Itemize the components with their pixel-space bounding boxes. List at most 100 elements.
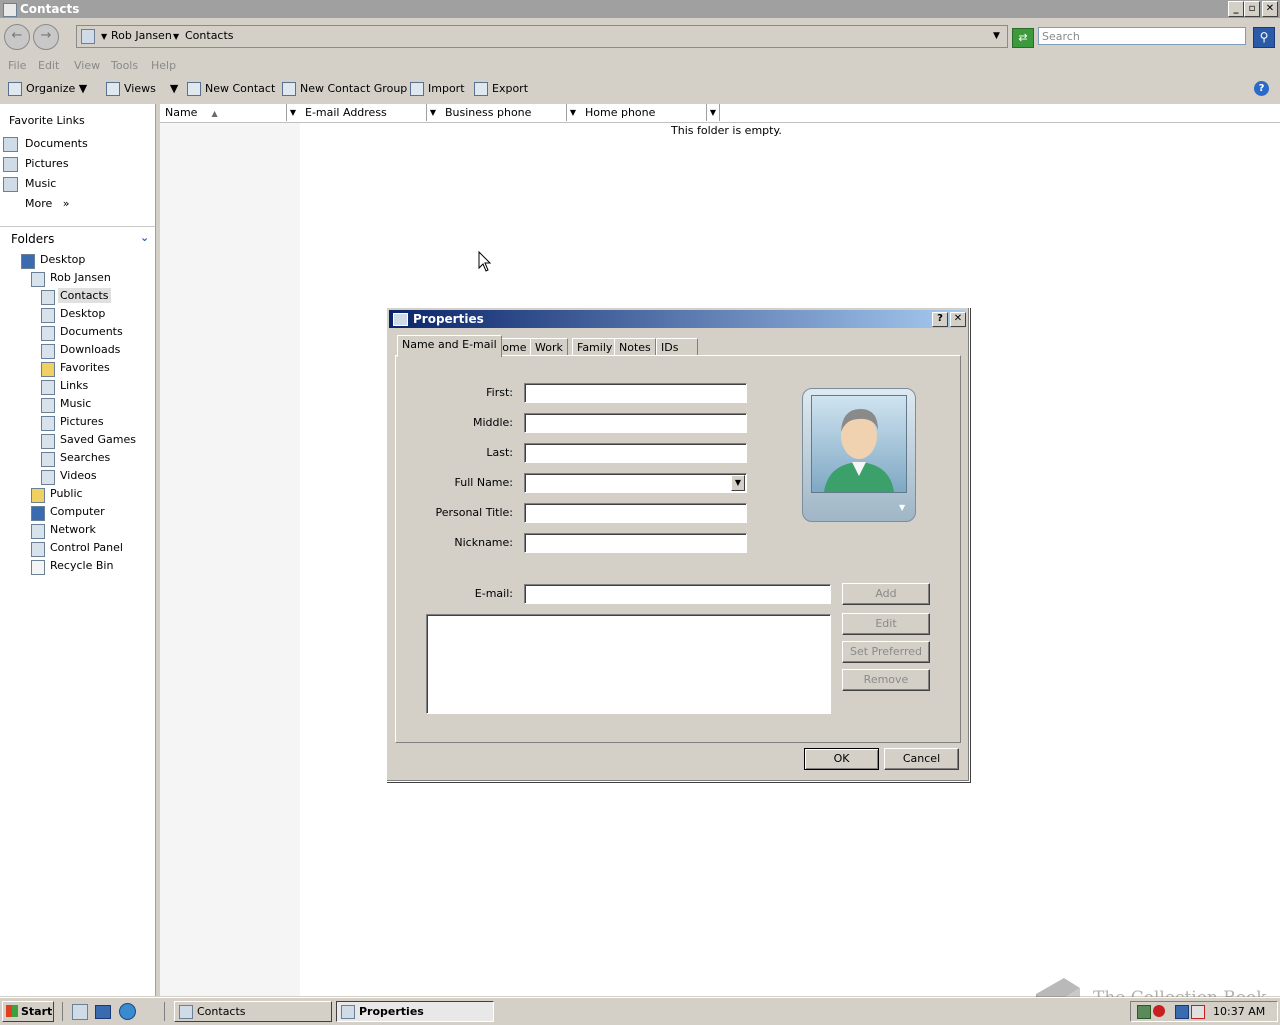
window-title: Contacts <box>20 2 80 16</box>
column-header-home-phone[interactable]: Home phone <box>585 106 655 119</box>
edit-email-button[interactable]: Edit <box>842 613 930 635</box>
dialog-close-button[interactable]: ✕ <box>950 312 966 327</box>
taskbar-properties-button[interactable]: Properties <box>336 1001 494 1022</box>
first-name-label: First: <box>486 386 513 399</box>
tree-item-downloads[interactable]: Downloads <box>60 343 120 356</box>
nickname-field[interactable] <box>524 533 747 553</box>
organize-label: Organize <box>26 82 76 95</box>
tree-item-recycle-bin[interactable]: Recycle Bin <box>50 559 113 572</box>
column-filter-dropdown-icon[interactable]: ▼ <box>706 104 720 121</box>
column-filter-dropdown-icon[interactable]: ▼ <box>566 104 579 121</box>
personal-title-field[interactable] <box>524 503 747 523</box>
restore-button[interactable]: ▫ <box>1244 1 1260 17</box>
internet-explorer-icon[interactable] <box>119 1003 136 1020</box>
favorite-documents-link[interactable]: Documents <box>25 137 88 150</box>
tree-item-control-panel[interactable]: Control Panel <box>50 541 123 554</box>
tree-item-links[interactable]: Links <box>60 379 88 392</box>
import-button[interactable]: Import <box>410 82 465 96</box>
contact-picture-button[interactable]: ▼ <box>802 388 916 522</box>
switch-windows-icon[interactable] <box>95 1005 111 1019</box>
search-input[interactable]: Search <box>1038 27 1246 45</box>
export-button[interactable]: Export <box>474 82 528 96</box>
taskbar-contacts-button[interactable]: Contacts <box>174 1001 332 1022</box>
column-header-business-phone[interactable]: Business phone <box>445 106 531 119</box>
chevron-right-icon: » <box>62 197 70 210</box>
new-contact-group-button[interactable]: New Contact Group <box>282 82 407 96</box>
middle-name-field[interactable] <box>524 413 747 433</box>
column-filter-dropdown-icon[interactable]: ▼ <box>426 104 439 121</box>
tree-item-pictures[interactable]: Pictures <box>60 415 104 428</box>
favorite-pictures-link[interactable]: Pictures <box>25 157 69 170</box>
tree-item-desktop-sub[interactable]: Desktop <box>60 307 105 320</box>
search-icon[interactable]: ⚲ <box>1253 27 1275 48</box>
security-shield-icon[interactable] <box>1137 1005 1151 1019</box>
tree-item-rob-jansen[interactable]: Rob Jansen <box>50 271 111 284</box>
tree-item-computer[interactable]: Computer <box>50 505 105 518</box>
column-header-email[interactable]: E-mail Address <box>305 106 387 119</box>
minimize-button[interactable]: _ <box>1228 1 1244 17</box>
close-button[interactable]: ✕ <box>1262 1 1278 17</box>
chevron-down-icon[interactable]: ⌄ <box>140 231 149 244</box>
chevron-down-icon[interactable]: ▼ <box>731 475 745 491</box>
start-button[interactable]: Start <box>2 1001 54 1022</box>
breadcrumb-rob-jansen[interactable]: Rob Jansen <box>111 29 172 42</box>
tab-name-and-email[interactable]: Name and E-mail <box>397 335 502 357</box>
new-contact-button[interactable]: New Contact <box>187 82 275 96</box>
tree-item-network[interactable]: Network <box>50 523 96 536</box>
column-header-name[interactable]: Name ▲ <box>165 106 218 119</box>
menu-help[interactable]: Help <box>151 59 176 72</box>
tree-item-saved-games[interactable]: Saved Games <box>60 433 136 446</box>
organize-button[interactable]: Organize ▼ <box>8 82 87 96</box>
add-email-button[interactable]: Add <box>842 583 930 605</box>
tree-item-public[interactable]: Public <box>50 487 83 500</box>
help-icon[interactable]: ? <box>1254 81 1269 96</box>
tab-family[interactable]: Family <box>572 338 618 356</box>
folders-header[interactable]: Folders <box>11 232 54 246</box>
views-button[interactable]: Views ▼ <box>106 82 178 96</box>
ok-button[interactable]: OK <box>804 748 879 770</box>
menu-view[interactable]: View <box>74 59 100 72</box>
show-desktop-icon[interactable] <box>72 1004 88 1020</box>
breadcrumb-contacts[interactable]: Contacts <box>185 29 234 42</box>
tab-ids[interactable]: IDs <box>656 338 698 356</box>
email-field[interactable] <box>524 584 831 604</box>
network-status-icon[interactable] <box>1175 1005 1189 1019</box>
volume-muted-icon[interactable] <box>1191 1005 1205 1019</box>
address-dropdown-icon[interactable]: ▼ <box>993 31 1000 41</box>
full-name-combobox[interactable]: ▼ <box>524 473 747 493</box>
refresh-icon[interactable]: ⇄ <box>1012 28 1034 48</box>
tree-item-music[interactable]: Music <box>60 397 91 410</box>
dialog-help-button[interactable]: ? <box>932 312 948 327</box>
address-bar[interactable]: ▼ Rob Jansen ▼ Contacts ▼ <box>76 25 1008 48</box>
tree-item-contacts[interactable]: Contacts <box>58 288 111 303</box>
tab-notes[interactable]: Notes <box>614 338 656 356</box>
cancel-button[interactable]: Cancel <box>884 748 959 770</box>
menu-tools[interactable]: Tools <box>111 59 138 72</box>
remove-email-button[interactable]: Remove <box>842 669 930 691</box>
tab-work[interactable]: Work <box>530 338 568 356</box>
favorite-music-link[interactable]: Music <box>25 177 56 190</box>
empty-folder-message: This folder is empty. <box>671 124 782 137</box>
tree-item-videos[interactable]: Videos <box>60 469 97 482</box>
set-preferred-button[interactable]: Set Preferred <box>842 641 930 663</box>
forward-button[interactable]: → <box>33 24 59 50</box>
first-name-field[interactable] <box>524 383 747 403</box>
email-list[interactable] <box>426 614 831 714</box>
nickname-label: Nickname: <box>454 536 513 549</box>
tree-item-searches[interactable]: Searches <box>60 451 110 464</box>
favorite-more-link[interactable]: More » <box>25 197 70 210</box>
tree-item-favorites[interactable]: Favorites <box>60 361 110 374</box>
favorite-links-header: Favorite Links <box>9 114 85 127</box>
breadcrumb-separator-icon: ▼ <box>101 32 108 41</box>
clock[interactable]: 10:37 AM <box>1213 1005 1265 1018</box>
desktop-icon <box>21 254 35 269</box>
last-name-field[interactable] <box>524 443 747 463</box>
tree-item-desktop[interactable]: Desktop <box>40 253 85 266</box>
tree-item-documents[interactable]: Documents <box>60 325 123 338</box>
column-filter-dropdown-icon[interactable]: ▼ <box>286 104 299 121</box>
person-avatar-icon <box>824 408 894 492</box>
back-button[interactable]: ← <box>4 24 30 50</box>
menu-file[interactable]: File <box>8 59 26 72</box>
menu-edit[interactable]: Edit <box>38 59 59 72</box>
alert-icon[interactable] <box>1153 1005 1165 1017</box>
